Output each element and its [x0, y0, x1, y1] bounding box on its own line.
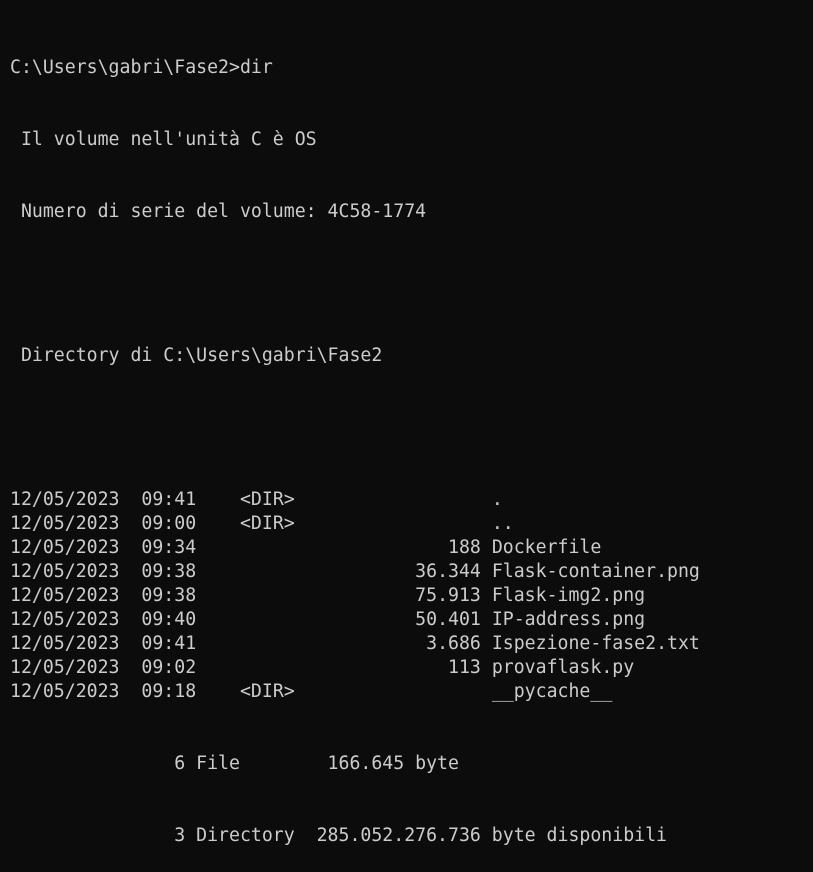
entry-size: 50.401: [294, 609, 492, 630]
serial-number: Numero di serie del volume: 4C58-1774: [10, 201, 427, 222]
entry-size: [295, 681, 492, 702]
entry-type: [240, 561, 295, 582]
listing-row: 12/05/2023 09:40 50.401 IP-address.png: [10, 608, 803, 632]
entry-time: 09:40: [141, 609, 240, 630]
volume-info: Il volume nell'unità C è OS: [10, 129, 317, 150]
entry-time: 09:00: [141, 513, 240, 534]
terminal-window[interactable]: C:\Users\gabri\Fase2>dir Il volume nell'…: [0, 0, 813, 846]
entry-date: 12/05/2023: [10, 681, 142, 702]
directory-header: Directory di C:\Users\gabri\Fase2: [10, 345, 383, 366]
entry-type: <DIR>: [239, 513, 295, 534]
entry-date: 12/05/2023: [10, 513, 142, 534]
entry-time: 09:38: [141, 561, 240, 582]
listing-row: 12/05/2023 09:34 188 Dockerfile: [10, 536, 803, 560]
entry-name: Flask-img2.png: [491, 585, 646, 606]
entry-time: 09:38: [141, 585, 240, 606]
listing-row: 12/05/2023 09:41 3.686 Ispezione-fase2.t…: [10, 632, 803, 656]
directory-listing: 12/05/2023 09:41 <DIR> . 12/05/2023 09:00…: [10, 488, 803, 704]
entry-size: 75.913: [294, 585, 492, 606]
entry-name: .: [491, 489, 503, 510]
entry-name: ..: [491, 513, 514, 534]
command-line: C:\Users\gabri\Fase2>dir: [10, 56, 803, 80]
entry-size: 36.344: [294, 561, 492, 582]
entry-name: Ispezione-fase2.txt: [491, 633, 700, 654]
listing-row: 12/05/2023 09:38 75.913 Flask-img2.png: [10, 584, 803, 608]
entry-type: [240, 633, 295, 654]
entry-date: 12/05/2023: [10, 561, 142, 582]
entry-time: 09:41: [141, 633, 240, 654]
entry-type: <DIR>: [239, 681, 295, 702]
entry-date: 12/05/2023: [10, 609, 142, 630]
entry-date: 12/05/2023: [10, 585, 142, 606]
entry-size: [295, 513, 492, 534]
entry-type: [240, 657, 295, 678]
entry-type: [240, 585, 295, 606]
listing-row: 12/05/2023 09:00 <DIR> ..: [10, 512, 803, 536]
entry-type: [240, 609, 295, 630]
entry-name: Flask-container.png: [491, 561, 700, 582]
entry-time: 09:18: [141, 681, 240, 702]
listing-row: 12/05/2023 09:38 36.344 Flask-container.…: [10, 560, 803, 584]
entry-name: __pycache__: [491, 681, 613, 702]
entry-date: 12/05/2023: [10, 657, 142, 678]
entry-time: 09:34: [141, 537, 240, 558]
entry-date: 12/05/2023: [10, 489, 142, 510]
listing-row: 12/05/2023 09:02 113 provaflask.py: [10, 656, 803, 680]
entry-name: Dockerfile: [491, 537, 602, 558]
prompt: C:\Users\gabri\Fase2>: [10, 57, 240, 78]
entry-name: provaflask.py: [491, 657, 635, 678]
listing-row: 12/05/2023 09:41 <DIR> .: [10, 488, 803, 512]
entry-type: [240, 537, 295, 558]
entry-time: 09:02: [141, 657, 240, 678]
entry-size: 188: [294, 537, 492, 558]
entry-date: 12/05/2023: [10, 633, 142, 654]
entry-type: <DIR>: [239, 489, 295, 510]
command: dir: [239, 57, 273, 78]
entry-size: 113: [294, 657, 492, 678]
entry-date: 12/05/2023: [10, 537, 142, 558]
summary-directories: 3 Directory 285.052.276.736 byte disponi…: [10, 825, 667, 846]
entry-name: IP-address.png: [491, 609, 646, 630]
summary-files: 6 File 166.645 byte: [10, 753, 459, 774]
listing-row: 12/05/2023 09:18 <DIR> __pycache__: [10, 680, 803, 704]
entry-size: 3.686: [294, 633, 492, 654]
entry-size: [295, 489, 492, 510]
entry-time: 09:41: [141, 489, 240, 510]
